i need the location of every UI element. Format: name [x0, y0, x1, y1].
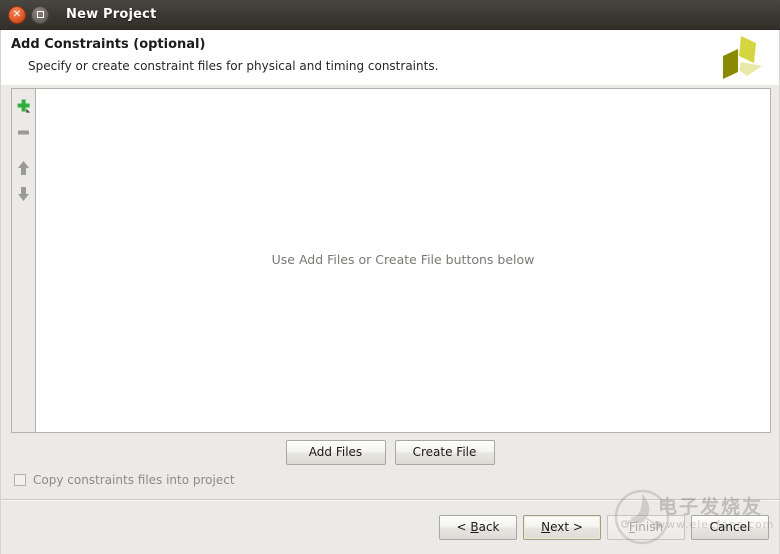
maximize-glyph	[36, 11, 44, 18]
close-icon[interactable]: ✕	[8, 5, 26, 24]
constraints-file-panel: Use Add Files or Create File buttons bel…	[11, 88, 771, 433]
xilinx-vivado-logo	[723, 36, 762, 79]
back-button[interactable]: < Back	[439, 515, 517, 540]
wizard-footer: < Back Next > Finish Cancel	[1, 509, 779, 554]
copy-constraints-row[interactable]: Copy constraints files into project	[14, 473, 235, 487]
add-files-button[interactable]: Add Files	[285, 440, 386, 465]
arrow-down-icon[interactable]	[13, 183, 35, 205]
add-plus-icon[interactable]	[13, 95, 35, 117]
window-title: New Project	[66, 7, 157, 22]
finish-post: inish	[634, 520, 664, 534]
back-mnemonic: B	[470, 520, 479, 534]
page-subtitle: Specify or create constraint files for p…	[28, 59, 439, 73]
cancel-button[interactable]: Cancel	[691, 515, 769, 540]
copy-constraints-label: Copy constraints files into project	[33, 473, 235, 487]
finish-button: Finish	[607, 515, 685, 540]
create-file-button[interactable]: Create File	[394, 440, 495, 465]
wizard-header: Add Constraints (optional) Specify or cr…	[0, 30, 780, 85]
next-button[interactable]: Next >	[523, 515, 601, 540]
back-pre: <	[456, 520, 471, 534]
window-titlebar: ✕ New Project	[0, 0, 780, 30]
arrow-up-icon[interactable]	[13, 157, 35, 179]
page-title: Add Constraints (optional)	[11, 37, 206, 52]
close-glyph: ✕	[12, 8, 22, 20]
maximize-icon[interactable]	[31, 5, 49, 24]
wizard-content: Use Add Files or Create File buttons bel…	[0, 85, 780, 554]
constraints-file-list[interactable]: Use Add Files or Create File buttons bel…	[36, 89, 770, 432]
file-action-buttons: Add Files Create File	[1, 440, 779, 465]
footer-divider	[1, 499, 779, 501]
back-post: ack	[478, 520, 500, 534]
empty-list-hint: Use Add Files or Create File buttons bel…	[271, 252, 535, 267]
copy-constraints-checkbox[interactable]	[14, 474, 26, 486]
next-post: ext >	[550, 520, 583, 534]
file-list-toolbar	[12, 89, 36, 432]
remove-minus-icon[interactable]	[13, 121, 35, 143]
next-mnemonic: N	[541, 520, 551, 534]
